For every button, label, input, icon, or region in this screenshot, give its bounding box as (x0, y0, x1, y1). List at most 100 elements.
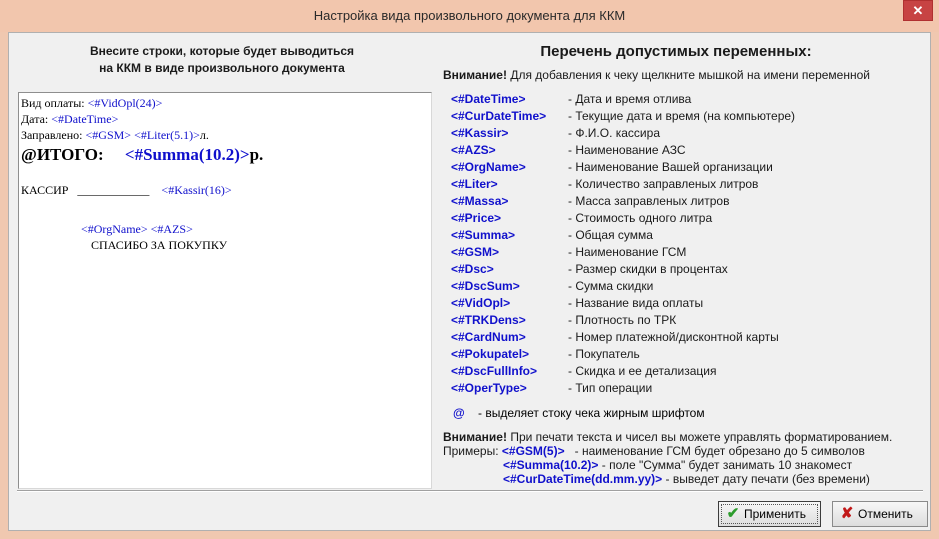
check-icon: ✔ (726, 505, 740, 522)
variable-row[interactable]: <#GSM> - Наименование ГСМ (451, 245, 931, 262)
editor-text: СПАСИБО ЗА ПОКУПКУ (91, 238, 228, 252)
dialog-body: Внесите строки, которые будет выводиться… (8, 32, 931, 531)
variables-title: Перечень допустимых переменных: (540, 43, 812, 60)
variable-desc: - Наименование АЗС (568, 143, 686, 157)
variable-name[interactable]: <#TRKDens> (451, 313, 526, 327)
variable-name[interactable]: <#OperType> (451, 381, 527, 395)
format-example-3: <#CurDateTime(dd.mm.yy)> - выведет дату … (443, 472, 933, 486)
example-desc: - наименование ГСМ будет обрезано до 5 с… (574, 444, 865, 458)
variable-name[interactable]: <#CurDateTime> (451, 109, 546, 123)
variable-row[interactable]: <#Kassir> - Ф.И.О. кассира (451, 126, 931, 143)
editor-variable: <#AZS> (150, 222, 193, 236)
example-desc: - выведет дату печати (без времени) (665, 472, 870, 486)
variable-row[interactable]: <#DscFullInfo> - Скидка и ее детализация (451, 364, 931, 381)
cancel-button[interactable]: ✘ Отменить (832, 501, 928, 527)
editor-variable: <#Kassir(16)> (161, 183, 232, 197)
apply-label: Применить (744, 507, 807, 521)
editor-variable: <#GSM> (85, 128, 132, 142)
editor-variable: <#Liter(5.1)> (134, 128, 200, 142)
variable-desc: - Название вида оплаты (568, 296, 704, 310)
variable-row[interactable]: <#Price> - Стоимость одного литра (451, 211, 931, 228)
variable-row[interactable]: <#Summa> - Общая сумма (451, 228, 931, 245)
variable-name[interactable]: <#Price> (451, 211, 501, 225)
variable-desc: - Количество заправленых литров (568, 177, 759, 191)
dialog-window: Настройка вида произвольного документа д… (0, 0, 939, 539)
apply-button[interactable]: ✔ Применить (718, 501, 821, 527)
variable-name[interactable]: <#DscFullInfo> (451, 364, 537, 378)
note-warning: Внимание! (443, 68, 507, 82)
x-icon: ✘ (840, 505, 854, 522)
format-warning: Внимание! (443, 430, 507, 444)
template-panel: Внесите строки, которые будет выводиться… (10, 37, 434, 489)
editor-variable: <#OrgName> (81, 222, 148, 236)
variable-desc: - Размер скидки в процентах (568, 262, 728, 276)
variable-row[interactable]: <#CurDateTime> - Текущие дата и время (на… (451, 109, 931, 126)
format-help: Внимание! При печати текста и чисел вы м… (443, 430, 933, 486)
editor-line: СПАСИБО ЗА ПОКУПКУ (91, 238, 227, 253)
variable-name[interactable]: <#CardNum> (451, 330, 526, 344)
editor-text: р. (249, 145, 264, 164)
editor-variable: <#Summa(10.2)> (124, 145, 250, 164)
template-editor[interactable]: Вид оплаты: <#VidOpl(24)> Дата: <#DateTi… (18, 92, 432, 489)
variable-name[interactable]: <#Summa> (451, 228, 515, 242)
editor-line: Заправлено: <#GSM> <#Liter(5.1)>л. (21, 128, 209, 143)
editor-variable: <#DateTime> (51, 112, 119, 126)
variable-row[interactable]: <#DateTime> - Дата и время отлива (451, 92, 931, 109)
window-title: Настройка вида произвольного документа д… (313, 8, 626, 23)
variable-name[interactable]: <#DscSum> (451, 279, 520, 293)
variable-row[interactable]: <#VidOpl> - Название вида оплаты (451, 296, 931, 313)
example-variable: <#GSM(5)> (501, 444, 565, 458)
example-variable: <#CurDateTime(dd.mm.yy)> (503, 472, 663, 486)
variable-row[interactable]: <#OperType> - Тип операции (451, 381, 931, 398)
variable-row[interactable]: <#Massa> - Масса заправленых литров (451, 194, 931, 211)
variable-name[interactable]: <#Pokupatel> (451, 347, 529, 361)
editor-line: КАССИР ____________ <#Kassir(16)> (21, 183, 232, 198)
variable-name[interactable]: <#DateTime> (451, 92, 526, 106)
variable-name[interactable]: <#Massa> (451, 194, 508, 208)
variable-desc: - Сумма скидки (568, 279, 654, 293)
variable-desc: - Наименование Вашей организации (568, 160, 773, 174)
variable-desc: - Скидка и ее детализация (568, 364, 717, 378)
template-header-line1: Внесите строки, которые будет выводиться (89, 44, 355, 58)
variable-row[interactable]: <#OrgName> - Наименование Вашей организац… (451, 160, 931, 177)
editor-text: л. (199, 128, 209, 142)
variables-note: Внимание! Для добавления к чеку щелкните… (443, 68, 870, 82)
variable-name[interactable]: <#OrgName> (451, 160, 526, 174)
format-text: При печати текста и чисел вы можете упра… (510, 430, 893, 444)
at-symbol: @ (453, 406, 465, 420)
example-variable: <#Summa(10.2)> (503, 458, 599, 472)
variable-desc: - Стоимость одного литра (568, 211, 713, 225)
format-note: Внимание! При печати текста и чисел вы м… (443, 430, 933, 444)
variable-row[interactable]: <#Pokupatel> - Покупатель (451, 347, 931, 364)
variable-row[interactable]: <#CardNum> - Номер платежной/дисконтной к… (451, 330, 931, 347)
variable-name[interactable]: <#VidOpl> (451, 296, 510, 310)
format-example-2: <#Summa(10.2)> - поле "Сумма" будет зани… (443, 458, 933, 472)
variable-desc: - Тип операции (568, 381, 653, 395)
at-desc: - выделяет стоку чека жирным шрифтом (478, 406, 705, 420)
variable-name[interactable]: <#Liter> (451, 177, 498, 191)
editor-text: ____________ (77, 183, 150, 197)
title-bar: Настройка вида произвольного документа д… (0, 0, 939, 32)
close-button[interactable]: ✕ (903, 0, 933, 21)
variable-desc: - Номер платежной/дисконтной карты (568, 330, 779, 344)
editor-text: @ИТОГО: (21, 145, 104, 164)
format-example-1: Примеры: <#GSM(5)> - наименование ГСМ бу… (443, 444, 933, 458)
variable-row[interactable]: <#Dsc> - Размер скидки в процентах (451, 262, 931, 279)
variable-row[interactable]: <#Liter> - Количество заправленых литров (451, 177, 931, 194)
variable-name[interactable]: <#GSM> (451, 245, 499, 259)
variable-desc: - Текущие дата и время (на компьютере) (568, 109, 796, 123)
variable-desc: - Ф.И.О. кассира (568, 126, 660, 140)
editor-variable: <#VidOpl(24)> (87, 96, 163, 110)
variable-row[interactable]: <#TRKDens> - Плотность по ТРК (451, 313, 931, 330)
variable-desc: - Плотность по ТРК (568, 313, 677, 327)
variable-name[interactable]: <#Dsc> (451, 262, 494, 276)
variable-name[interactable]: <#Kassir> (451, 126, 508, 140)
variable-row[interactable]: <#AZS> - Наименование АЗС (451, 143, 931, 160)
cancel-label: Отменить (858, 507, 913, 521)
variable-desc: - Покупатель (568, 347, 640, 361)
variable-desc: - Масса заправленых литров (568, 194, 730, 208)
editor-line: Дата: <#DateTime> (21, 112, 118, 127)
example-desc: - поле "Сумма" будет занимать 10 знакоме… (601, 458, 853, 472)
variable-name[interactable]: <#AZS> (451, 143, 496, 157)
variable-row[interactable]: <#DscSum> - Сумма скидки (451, 279, 931, 296)
